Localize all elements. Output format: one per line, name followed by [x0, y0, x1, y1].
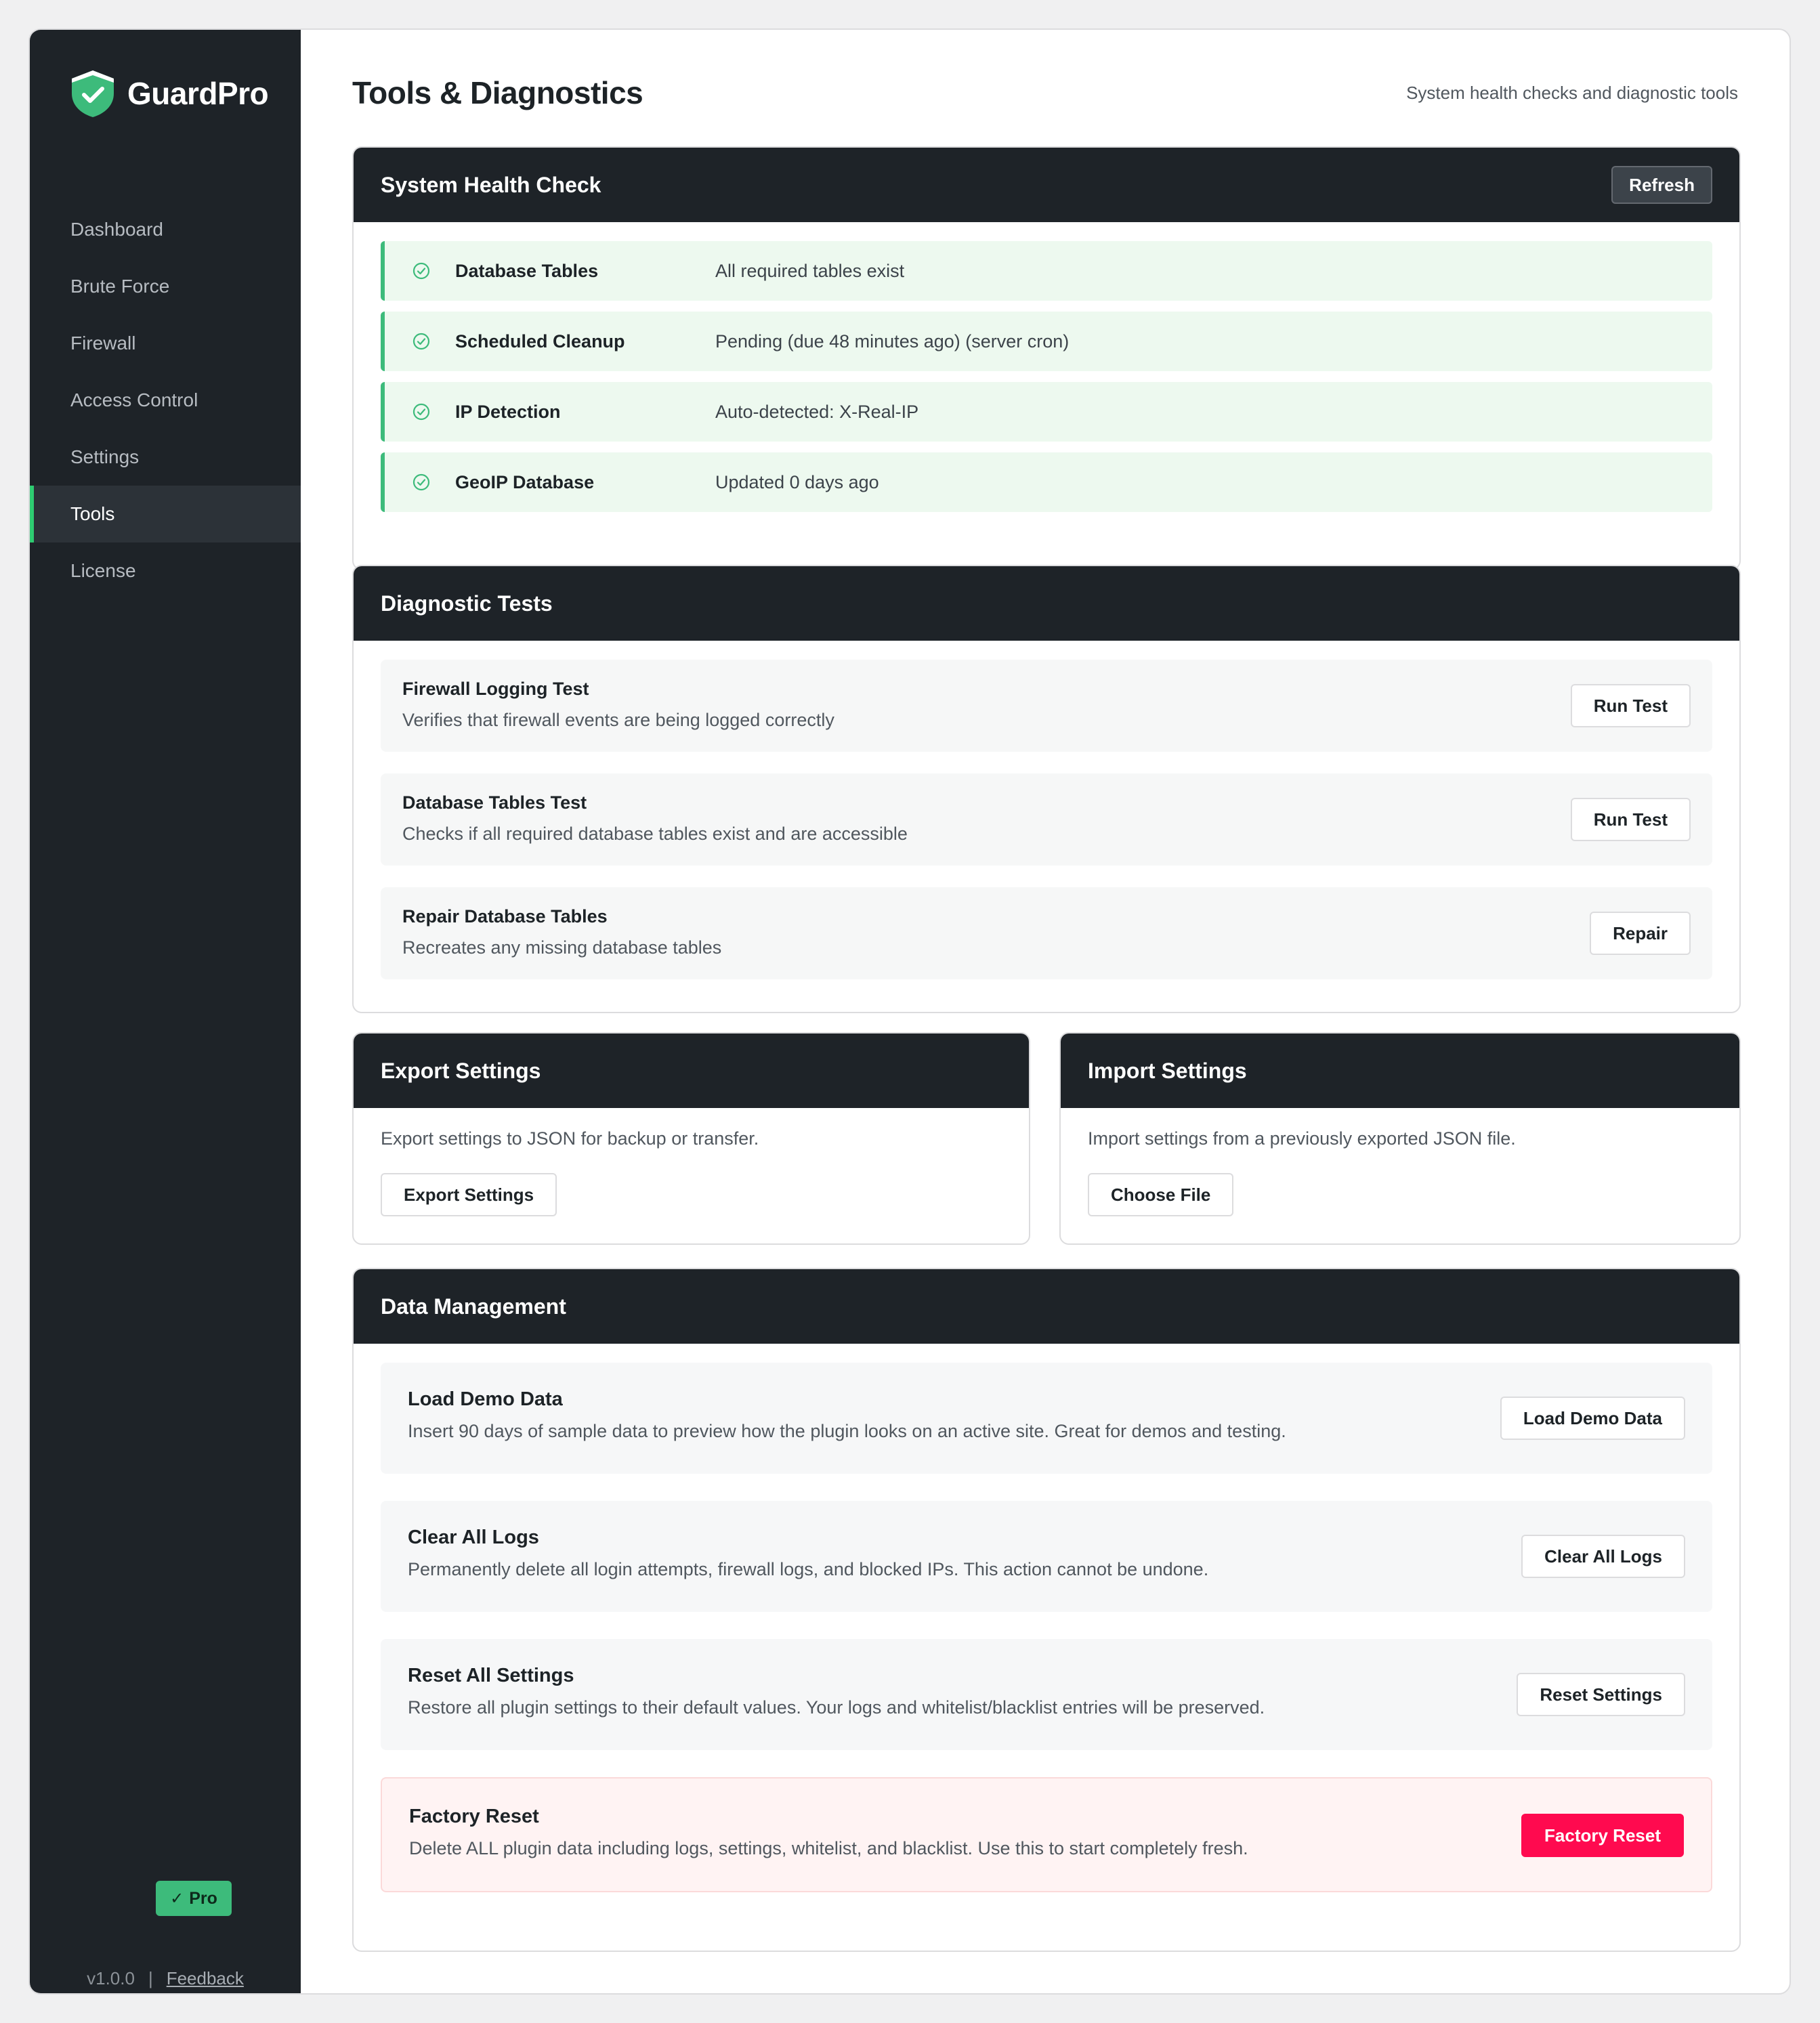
dm-row-clear-logs: Clear All Logs Permanently delete all lo… — [381, 1501, 1712, 1612]
import-settings-title: Import Settings — [1088, 1058, 1247, 1083]
sidebar-item-label: License — [70, 560, 136, 581]
import-description: Import settings from a previously export… — [1088, 1128, 1516, 1149]
check-circle-icon — [412, 403, 430, 421]
health-check-title: System Health Check — [381, 172, 601, 197]
data-management-header: Data Management — [354, 1269, 1739, 1344]
check-circle-icon — [412, 473, 430, 491]
health-value: Auto-detected: X-Real-IP — [715, 401, 919, 422]
refresh-button[interactable]: Refresh — [1611, 166, 1712, 204]
dm-title: Factory Reset — [409, 1806, 539, 1827]
sidebar-item-dashboard[interactable]: Dashboard — [30, 201, 301, 258]
test-title: Firewall Logging Test — [402, 679, 589, 699]
dm-title: Reset All Settings — [408, 1665, 574, 1686]
diagnostic-tests-header: Diagnostic Tests — [354, 566, 1739, 641]
sidebar-item-settings[interactable]: Settings — [30, 429, 301, 486]
health-value: Pending (due 48 minutes ago) (server cro… — [715, 331, 1070, 352]
clear-all-logs-button[interactable]: Clear All Logs — [1521, 1535, 1685, 1578]
sidebar-item-brute-force[interactable]: Brute Force — [30, 258, 301, 315]
dm-title: Clear All Logs — [408, 1527, 539, 1548]
export-settings-title: Export Settings — [381, 1058, 541, 1083]
brand-logo[interactable]: GuardPro — [69, 69, 269, 118]
check-circle-icon — [412, 333, 430, 350]
brand-name: GuardPro — [127, 76, 269, 111]
test-row-repair-tables: Repair Database Tables Recreates any mis… — [381, 887, 1712, 979]
sidebar-item-firewall[interactable]: Firewall — [30, 315, 301, 372]
sidebar-item-label: Firewall — [70, 333, 136, 354]
footer-separator: | — [148, 1968, 153, 1988]
sidebar-item-tools[interactable]: Tools — [30, 486, 301, 542]
test-description: Checks if all required database tables e… — [402, 824, 908, 844]
pro-badge-label: Pro — [189, 1888, 217, 1908]
dm-description: Insert 90 days of sample data to preview… — [408, 1421, 1286, 1441]
health-row-geoip-database: GeoIP Database Updated 0 days ago — [381, 452, 1712, 512]
sidebar-item-label: Tools — [70, 503, 115, 524]
sidebar-item-license[interactable]: License — [30, 542, 301, 599]
export-description: Export settings to JSON for backup or tr… — [381, 1128, 759, 1149]
data-management-title: Data Management — [381, 1294, 566, 1319]
dm-description: Delete ALL plugin data including logs, s… — [409, 1838, 1248, 1858]
dm-title: Load Demo Data — [408, 1388, 563, 1410]
import-settings-header: Import Settings — [1061, 1034, 1739, 1108]
test-row-database-tables: Database Tables Test Checks if all requi… — [381, 773, 1712, 866]
reset-settings-button[interactable]: Reset Settings — [1517, 1673, 1685, 1716]
health-row-database-tables: Database Tables All required tables exis… — [381, 241, 1712, 301]
health-row-ip-detection: IP Detection Auto-detected: X-Real-IP — [381, 382, 1712, 442]
dm-description: Permanently delete all login attempts, f… — [408, 1559, 1209, 1579]
dm-row-load-demo: Load Demo Data Insert 90 days of sample … — [381, 1363, 1712, 1474]
sidebar-item-label: Dashboard — [70, 219, 163, 240]
sidebar: GuardPro Dashboard Brute Force Firewall … — [30, 30, 301, 1993]
sidebar-nav: Dashboard Brute Force Firewall Access Co… — [30, 201, 301, 599]
test-row-firewall-logging: Firewall Logging Test Verifies that fire… — [381, 660, 1712, 752]
test-description: Verifies that firewall events are being … — [402, 710, 834, 730]
health-check-card: System Health Check Refresh Database Tab… — [352, 146, 1741, 570]
diagnostic-tests-title: Diagnostic Tests — [381, 591, 553, 616]
health-label: Database Tables — [455, 260, 599, 281]
health-label: GeoIP Database — [455, 471, 595, 492]
app-window: GuardPro Dashboard Brute Force Firewall … — [28, 28, 1791, 1995]
health-value: All required tables exist — [715, 260, 905, 281]
load-demo-data-button[interactable]: Load Demo Data — [1500, 1397, 1685, 1440]
dm-row-factory-reset: Factory Reset Delete ALL plugin data inc… — [381, 1777, 1712, 1892]
feedback-link[interactable]: Feedback — [167, 1968, 244, 1988]
main-content: Tools & Diagnostics System health checks… — [301, 30, 1790, 1993]
dm-description: Restore all plugin settings to their def… — [408, 1697, 1265, 1718]
repair-tables-button[interactable]: Repair — [1590, 912, 1691, 955]
shield-check-icon — [72, 70, 114, 117]
health-row-scheduled-cleanup: Scheduled Cleanup Pending (due 48 minute… — [381, 312, 1712, 371]
version-label: v1.0.0 — [87, 1968, 135, 1988]
page-title: Tools & Diagnostics — [352, 75, 643, 110]
data-management-card: Data Management Load Demo Data Insert 90… — [352, 1268, 1741, 1952]
sidebar-item-label: Access Control — [70, 389, 198, 410]
sidebar-item-label: Brute Force — [70, 276, 170, 297]
sidebar-item-label: Settings — [70, 446, 140, 467]
page-subtitle: System health checks and diagnostic tool… — [1406, 83, 1738, 103]
health-label: Scheduled Cleanup — [455, 331, 625, 352]
sidebar-footer: v1.0.0 | Feedback — [30, 1968, 301, 1989]
import-settings-card: Import Settings Import settings from a p… — [1059, 1032, 1741, 1245]
diagnostic-tests-card: Diagnostic Tests Firewall Logging Test V… — [352, 565, 1741, 1013]
sidebar-item-access-control[interactable]: Access Control — [30, 372, 301, 429]
run-database-test-button[interactable]: Run Test — [1570, 798, 1691, 841]
test-title: Database Tables Test — [402, 792, 587, 813]
test-description: Recreates any missing database tables — [402, 937, 722, 958]
check-circle-icon — [412, 262, 430, 280]
run-firewall-test-button[interactable]: Run Test — [1570, 684, 1691, 727]
choose-file-button[interactable]: Choose File — [1088, 1173, 1234, 1216]
test-title: Repair Database Tables — [402, 906, 608, 927]
health-value: Updated 0 days ago — [715, 471, 879, 492]
health-check-header: System Health Check Refresh — [354, 148, 1739, 222]
export-settings-button[interactable]: Export Settings — [381, 1173, 557, 1216]
pro-badge: ✓ Pro — [156, 1881, 232, 1916]
dm-row-reset-settings: Reset All Settings Restore all plugin se… — [381, 1639, 1712, 1750]
export-settings-header: Export Settings — [354, 1034, 1029, 1108]
factory-reset-button[interactable]: Factory Reset — [1521, 1814, 1684, 1857]
export-settings-card: Export Settings Export settings to JSON … — [352, 1032, 1030, 1245]
health-label: IP Detection — [455, 401, 561, 422]
checkmark-icon: ✓ — [170, 1889, 184, 1908]
